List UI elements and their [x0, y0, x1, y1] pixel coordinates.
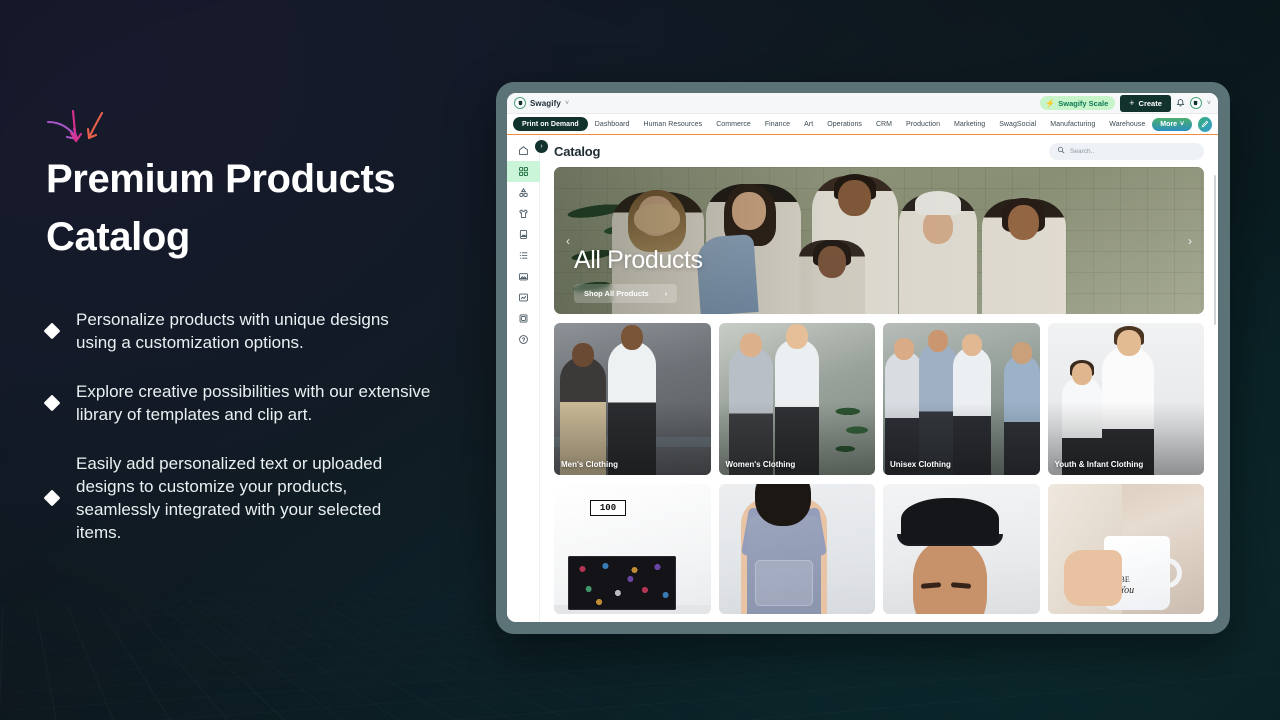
- edit-pencil-button[interactable]: [1198, 116, 1212, 132]
- sidebar-item-shapes[interactable]: [507, 182, 540, 203]
- list-item: Explore creative possibilities with our …: [43, 380, 466, 426]
- nav-item-operations[interactable]: Operations: [820, 121, 869, 128]
- diamond-bullet-icon: [43, 394, 61, 412]
- content-scrollbar[interactable]: [1213, 175, 1216, 325]
- product-card-drinkware[interactable]: BE You: [1047, 484, 1204, 614]
- decorative-arrows-icon: [44, 109, 108, 155]
- nav-item-crm[interactable]: CRM: [869, 121, 899, 128]
- sidebar-item-document[interactable]: [507, 308, 540, 329]
- app-topbar: Swagify ˅ ⚡ Swagify Scale + Create ˅: [507, 93, 1218, 114]
- page-title: Premium Products Catalog: [46, 157, 396, 259]
- more-nav-button[interactable]: More ˅: [1152, 117, 1193, 131]
- nav-item-print-on-demand[interactable]: Print on Demand: [513, 117, 588, 131]
- list-item: Easily add personalized text or uploaded…: [43, 452, 466, 544]
- nav-item-dashboard[interactable]: Dashboard: [588, 121, 637, 128]
- chevron-down-icon: ˅: [564, 99, 570, 107]
- search-icon: [1057, 146, 1065, 156]
- nav-item-swagsocial[interactable]: SwagSocial: [992, 121, 1043, 128]
- diamond-bullet-icon: [43, 322, 61, 340]
- app-screen: Swagify ˅ ⚡ Swagify Scale + Create ˅ Pri…: [507, 93, 1218, 622]
- category-card-womens-clothing[interactable]: Women's Clothing: [718, 323, 875, 475]
- shop-all-products-button[interactable]: Shop All Products ›: [574, 284, 678, 303]
- bell-icon[interactable]: [1176, 98, 1185, 109]
- bolt-icon: ⚡: [1045, 98, 1056, 108]
- list-item: Personalize products with unique designs…: [43, 308, 466, 354]
- product-card-bags[interactable]: [718, 484, 875, 614]
- create-button-label: Create: [1138, 98, 1162, 108]
- diamond-bullet-icon: [43, 489, 61, 507]
- category-grid: Men's Clothing Women's Clothing Unisex C…: [554, 323, 1204, 475]
- product-card-packaging[interactable]: 100: [554, 484, 711, 614]
- category-card-youth-infant-clothing[interactable]: Youth & Infant Clothing: [1047, 323, 1204, 475]
- box-label: 100: [590, 500, 626, 516]
- hero-title: All Products: [574, 246, 703, 274]
- nav-item-manufacturing[interactable]: Manufacturing: [1043, 121, 1102, 128]
- more-nav-label: More: [1160, 120, 1178, 128]
- left-text-panel: Premium Products Catalog Personalize pro…: [43, 109, 466, 544]
- shop-all-products-label: Shop All Products: [584, 289, 649, 298]
- list-item-text: Easily add personalized text or uploaded…: [76, 454, 383, 542]
- nav-item-commerce[interactable]: Commerce: [709, 121, 758, 128]
- category-label: Women's Clothing: [725, 460, 796, 469]
- nav-item-marketing[interactable]: Marketing: [947, 121, 992, 128]
- swagify-scale-badge[interactable]: ⚡ Swagify Scale: [1040, 96, 1116, 110]
- main-navigation: Print on Demand Dashboard Human Resource…: [507, 114, 1218, 135]
- swagify-logo-icon: [514, 97, 526, 109]
- nav-item-art[interactable]: Art: [797, 121, 820, 128]
- catalog-scroll-area[interactable]: ‹ › All Products Shop All Products › Men…: [540, 167, 1218, 622]
- brand-name: Swagify: [530, 98, 561, 108]
- hero-banner[interactable]: ‹ › All Products Shop All Products ›: [554, 167, 1204, 314]
- category-label: Unisex Clothing: [890, 460, 951, 469]
- bullet-list: Personalize products with unique designs…: [43, 308, 466, 544]
- catalog-page-title: Catalog: [554, 143, 601, 159]
- sidebar-item-help[interactable]: [507, 329, 540, 350]
- sidebar-item-apparel[interactable]: [507, 203, 540, 224]
- category-label: Men's Clothing: [561, 460, 619, 469]
- create-button[interactable]: + Create: [1120, 94, 1171, 112]
- nav-item-finance[interactable]: Finance: [758, 121, 797, 128]
- sidebar-item-list[interactable]: [507, 245, 540, 266]
- nav-item-human-resources[interactable]: Human Resources: [636, 121, 709, 128]
- sidebar-item-gallery[interactable]: [507, 266, 540, 287]
- list-item-text: Explore creative possibilities with our …: [76, 382, 431, 424]
- product-card-headwear[interactable]: [883, 484, 1040, 614]
- content-header: Catalog Search..: [540, 135, 1218, 167]
- chevron-right-icon: ›: [664, 289, 668, 298]
- nav-item-production[interactable]: Production: [899, 121, 947, 128]
- product-row: 100 BE You: [554, 484, 1204, 614]
- swagify-scale-label: Swagify Scale: [1058, 98, 1109, 108]
- search-input[interactable]: Search..: [1049, 142, 1204, 160]
- sidebar-item-design-file[interactable]: [507, 224, 540, 245]
- avatar-chevron-down-icon[interactable]: ˅: [1207, 100, 1211, 107]
- app-body: › Catalog Search.. ‹ › All Products Shop…: [507, 135, 1218, 622]
- chevron-down-icon: ˅: [1180, 120, 1185, 128]
- app-sidebar: [507, 135, 540, 622]
- list-item-text: Personalize products with unique designs…: [76, 310, 389, 352]
- app-content: Catalog Search.. ‹ › All Products Shop A…: [540, 135, 1218, 622]
- plus-icon: +: [1129, 98, 1135, 108]
- brand-switcher[interactable]: Swagify ˅: [514, 97, 569, 109]
- search-placeholder: Search..: [1070, 147, 1095, 155]
- nav-item-warehouse[interactable]: Warehouse: [1102, 121, 1152, 128]
- sidebar-item-analytics[interactable]: [507, 287, 540, 308]
- device-frame: Swagify ˅ ⚡ Swagify Scale + Create ˅ Pri…: [496, 82, 1230, 634]
- sidebar-item-catalog[interactable]: [507, 161, 540, 182]
- hero-next-arrow-icon[interactable]: ›: [1182, 228, 1198, 254]
- topbar-actions: ⚡ Swagify Scale + Create ˅: [1040, 94, 1211, 112]
- category-card-unisex-clothing[interactable]: Unisex Clothing: [883, 323, 1040, 475]
- sidebar-collapse-button[interactable]: ›: [535, 140, 548, 153]
- category-label: Youth & Infant Clothing: [1054, 460, 1144, 469]
- category-card-mens-clothing[interactable]: Men's Clothing: [554, 323, 711, 475]
- avatar[interactable]: [1189, 97, 1202, 109]
